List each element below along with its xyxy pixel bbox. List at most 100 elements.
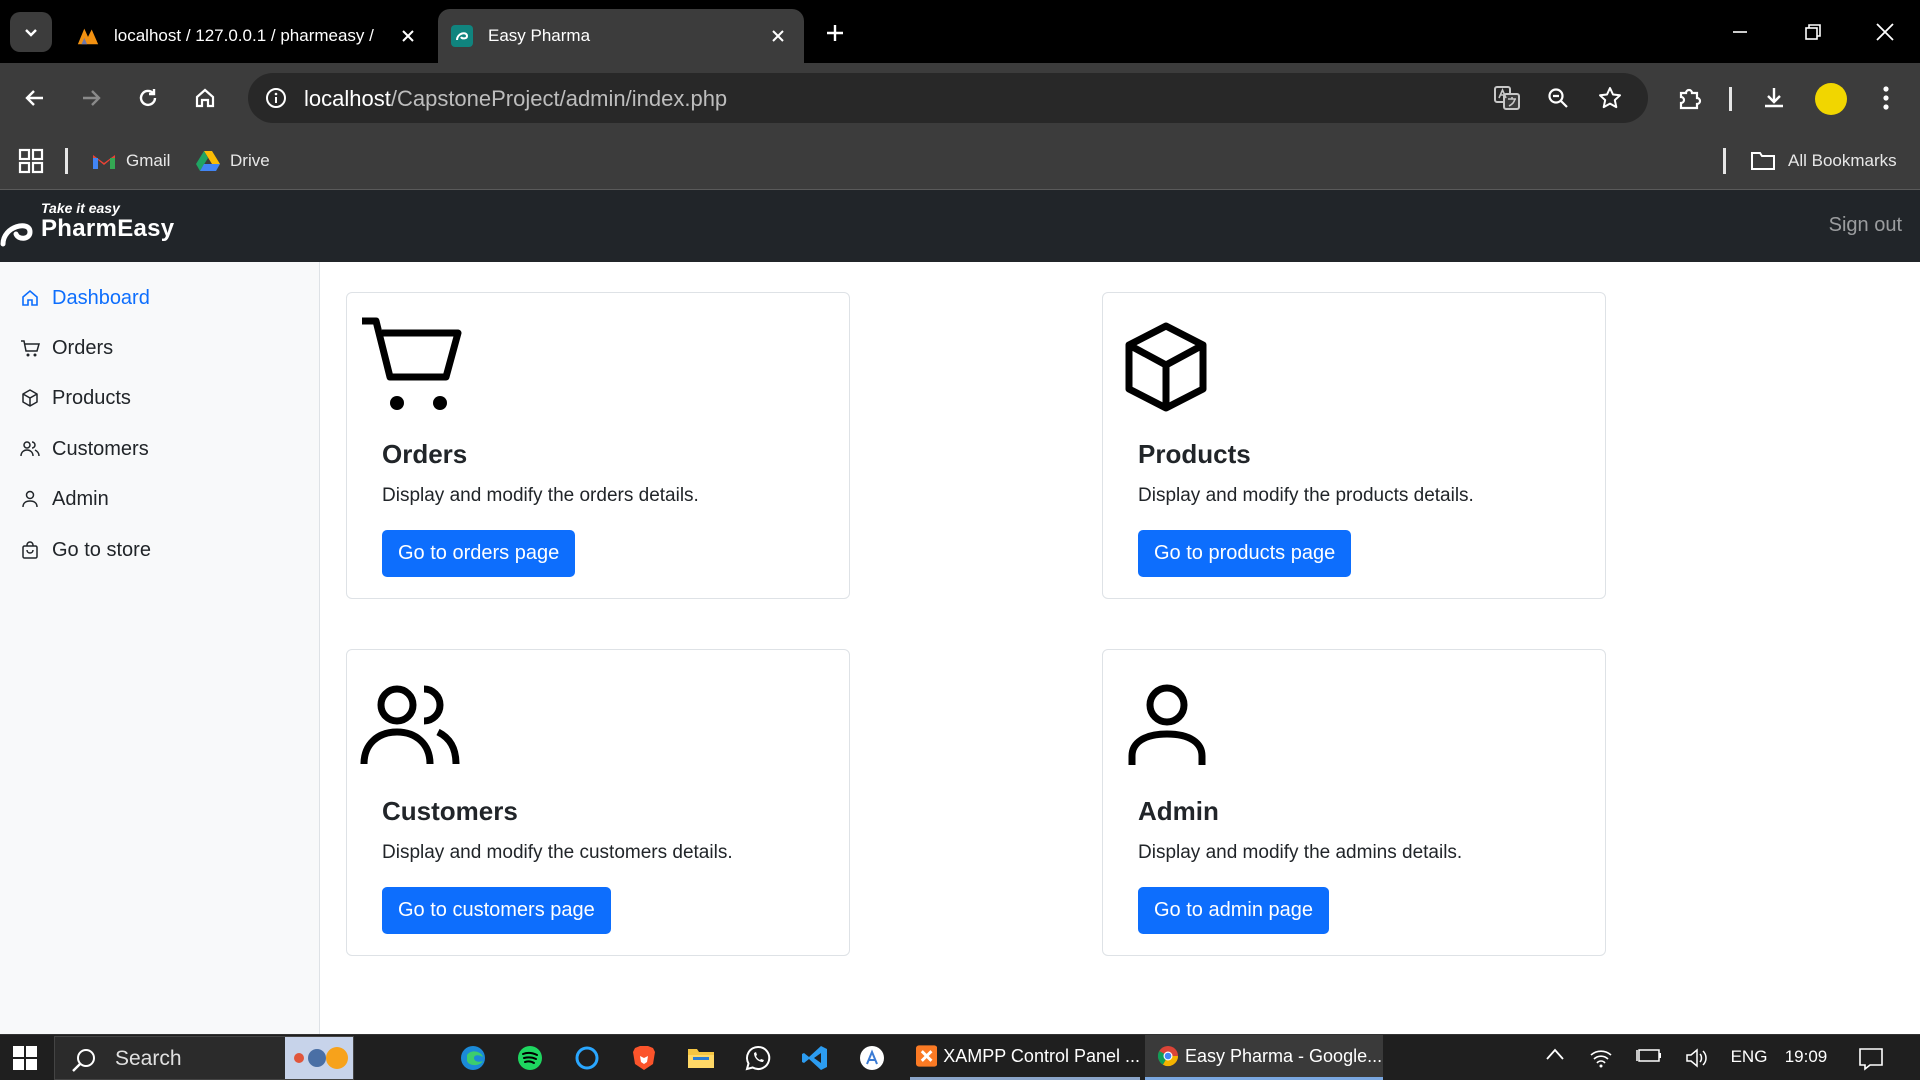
- url-text: localhost/CapstoneProject/admin/index.ph…: [304, 86, 727, 112]
- go-to-orders-button[interactable]: Go to orders page: [382, 530, 576, 577]
- browser-tab-phpmyadmin[interactable]: localhost / 127.0.0.1 / pharmeasy /: [64, 9, 434, 63]
- extensions-button[interactable]: [1670, 78, 1710, 118]
- address-bar[interactable]: localhost/CapstoneProject/admin/index.ph…: [248, 73, 1648, 123]
- home-button[interactable]: [185, 78, 225, 118]
- all-bookmarks-button[interactable]: All Bookmarks: [1750, 145, 1897, 177]
- taskbar-window-chrome[interactable]: Easy Pharma - Google...: [1145, 1035, 1383, 1080]
- chrome-icon: [1157, 1046, 1179, 1067]
- sidebar-item-customers[interactable]: Customers: [20, 433, 149, 465]
- close-icon[interactable]: [766, 24, 790, 48]
- battery-icon[interactable]: [1636, 1047, 1662, 1063]
- notifications-button[interactable]: [1856, 1047, 1886, 1071]
- browser-menu-button[interactable]: [1866, 78, 1906, 118]
- close-icon: [1876, 23, 1894, 41]
- cart-icon: [362, 317, 462, 410]
- sidebar-item-label: Products: [52, 386, 131, 409]
- taskbar-window-label: Easy Pharma - Google...: [1185, 1045, 1383, 1066]
- bookmark-label: Gmail: [126, 151, 171, 170]
- site-info-icon[interactable]: [260, 82, 292, 114]
- vscode-taskbar-icon[interactable]: [799, 1042, 831, 1074]
- card-text: Display and modify the orders details.: [382, 485, 699, 506]
- edge-taskbar-icon[interactable]: [457, 1042, 489, 1074]
- sidebar-item-admin[interactable]: Admin: [20, 483, 109, 515]
- taskbar-search-label: Search: [115, 1047, 182, 1070]
- file-explorer-taskbar-icon[interactable]: [685, 1042, 717, 1074]
- sidebar: Dashboard Orders Products Customers Admi…: [0, 262, 320, 1034]
- arrow-left-icon: [25, 90, 43, 106]
- chevron-up-icon: [1546, 1048, 1564, 1060]
- url-path: /CapstoneProject/admin/index.php: [390, 86, 728, 111]
- new-tab-button[interactable]: [820, 18, 850, 48]
- taskbar-search-box[interactable]: Search: [54, 1036, 354, 1080]
- home-icon: [195, 88, 215, 108]
- reload-icon: [139, 89, 157, 107]
- sign-out-link[interactable]: Sign out: [1829, 214, 1902, 237]
- bookmark-label: Drive: [230, 151, 270, 170]
- go-to-products-button[interactable]: Go to products page: [1138, 530, 1352, 577]
- url-host: localhost: [304, 86, 391, 111]
- xampp-icon: [916, 1045, 938, 1067]
- restore-icon: [1805, 24, 1821, 40]
- cortana-taskbar-icon[interactable]: [571, 1042, 603, 1074]
- tab-search-button[interactable]: [10, 12, 52, 52]
- restore-button[interactable]: [1795, 14, 1831, 50]
- downloads-button[interactable]: [1754, 78, 1794, 118]
- sidebar-item-orders[interactable]: Orders: [20, 332, 113, 364]
- kebab-menu-icon: [1883, 86, 1889, 110]
- translate-icon[interactable]: [1491, 82, 1523, 114]
- go-to-customers-button[interactable]: Go to customers page: [382, 887, 611, 934]
- card-text: Display and modify the products details.: [1138, 485, 1474, 506]
- tab-title: localhost / 127.0.0.1 / pharmeasy /: [114, 26, 374, 45]
- google-drive-icon: [196, 151, 220, 171]
- card-text: Display and modify the customers details…: [382, 842, 733, 863]
- arrow-right-icon: [83, 90, 101, 106]
- house-icon: [20, 288, 40, 308]
- brand-logo[interactable]: Take it easy PharmEasy: [0, 200, 200, 254]
- reload-button[interactable]: [128, 78, 168, 118]
- bookmark-gmail[interactable]: Gmail: [92, 145, 170, 177]
- back-button[interactable]: [15, 78, 55, 118]
- taskbar-window-xampp[interactable]: XAMPP Control Panel ...: [910, 1035, 1140, 1080]
- sidebar-item-go-to-store[interactable]: Go to store: [20, 534, 151, 566]
- sidebar-item-products[interactable]: Products: [20, 382, 131, 414]
- close-window-button[interactable]: [1867, 14, 1903, 50]
- people-icon: [20, 439, 40, 459]
- card-title: Orders: [382, 439, 468, 469]
- sidebar-item-label: Go to store: [52, 538, 151, 561]
- orders-card: Orders Display and modify the orders det…: [346, 292, 850, 599]
- whatsapp-taskbar-icon[interactable]: [742, 1042, 774, 1074]
- brand-tagline: Take it easy: [41, 200, 120, 216]
- close-icon[interactable]: [396, 24, 420, 48]
- bookmark-drive[interactable]: Drive: [196, 145, 270, 177]
- apps-button[interactable]: [18, 145, 44, 177]
- download-icon: [1765, 88, 1783, 108]
- tray-overflow-button[interactable]: [1542, 1047, 1568, 1061]
- minimize-button[interactable]: [1722, 14, 1758, 50]
- profile-avatar[interactable]: [1815, 83, 1847, 115]
- browser-tab-easy-pharma[interactable]: Easy Pharma: [438, 9, 804, 63]
- zoom-icon[interactable]: [1542, 82, 1574, 114]
- app-store-taskbar-icon[interactable]: [856, 1042, 888, 1074]
- language-indicator[interactable]: ENG: [1728, 1047, 1770, 1067]
- wifi-icon[interactable]: [1588, 1047, 1614, 1069]
- person-icon: [1128, 684, 1206, 765]
- toolbar-separator: [1729, 87, 1732, 111]
- gmail-icon: [93, 155, 115, 169]
- brave-taskbar-icon[interactable]: [628, 1042, 660, 1074]
- bookmark-star-icon[interactable]: [1594, 82, 1626, 114]
- clock[interactable]: 19:09: [1782, 1047, 1830, 1067]
- apps-grid-icon: [18, 148, 44, 174]
- forward-button[interactable]: [71, 78, 111, 118]
- folder-icon: [1751, 152, 1775, 170]
- spotify-taskbar-icon[interactable]: [514, 1042, 546, 1074]
- search-icon: [72, 1049, 95, 1072]
- bag-icon: [20, 540, 40, 560]
- sidebar-item-dashboard[interactable]: Dashboard: [20, 282, 150, 314]
- go-to-admin-button[interactable]: Go to admin page: [1138, 887, 1329, 934]
- card-title: Products: [1138, 439, 1251, 469]
- cart-icon: [20, 338, 40, 358]
- sidebar-item-label: Customers: [52, 437, 149, 460]
- windows-start-icon[interactable]: [12, 1045, 38, 1071]
- volume-icon[interactable]: [1684, 1047, 1710, 1069]
- pharmeasy-favicon-icon: [450, 24, 474, 48]
